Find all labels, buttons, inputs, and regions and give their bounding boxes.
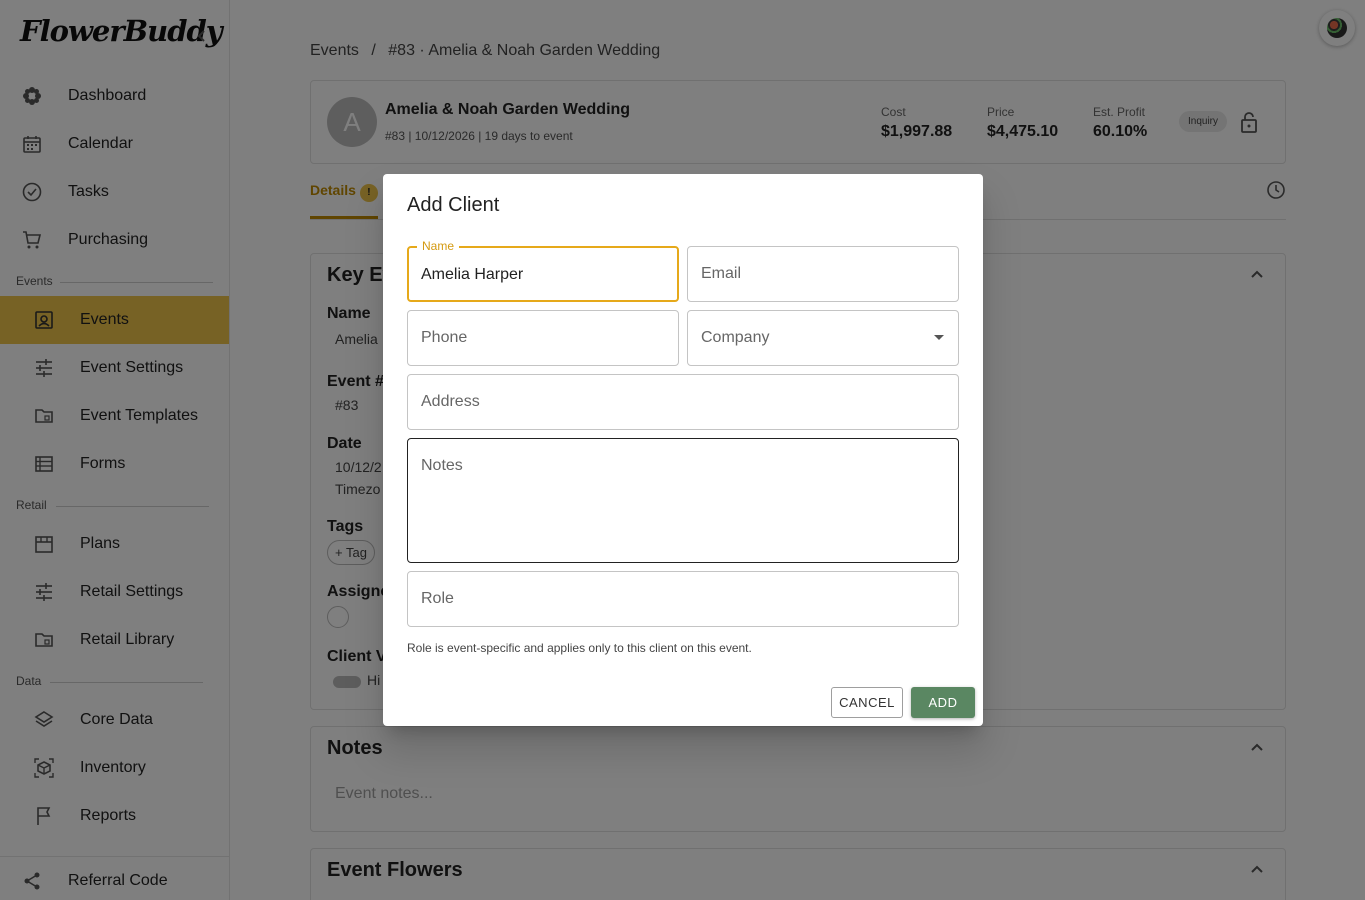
role-field[interactable]: Role [407,571,959,627]
name-field-value: Amelia Harper [421,266,524,283]
role-helper-text: Role is event-specific and applies only … [407,641,752,655]
notes-textarea-placeholder: Notes [421,457,463,474]
address-field[interactable]: Address [407,374,959,430]
company-select-placeholder: Company [701,329,770,346]
caret-down-icon [934,335,944,340]
add-button[interactable]: ADD [911,687,975,718]
company-select[interactable]: Company [687,310,959,366]
cancel-button[interactable]: CANCEL [831,687,903,718]
address-field-placeholder: Address [421,393,480,410]
email-field[interactable]: Email [687,246,959,302]
role-field-placeholder: Role [421,590,454,607]
notes-textarea[interactable]: Notes [407,438,959,563]
dialog-title: Add Client [407,194,500,216]
name-field-label: Name [417,239,460,253]
email-field-placeholder: Email [701,265,742,282]
add-client-dialog: Add Client Name Amelia Harper Email Phon… [383,174,983,726]
phone-field[interactable]: Phone [407,310,679,366]
name-field[interactable]: Name Amelia Harper [407,239,679,302]
phone-field-placeholder: Phone [421,329,468,346]
